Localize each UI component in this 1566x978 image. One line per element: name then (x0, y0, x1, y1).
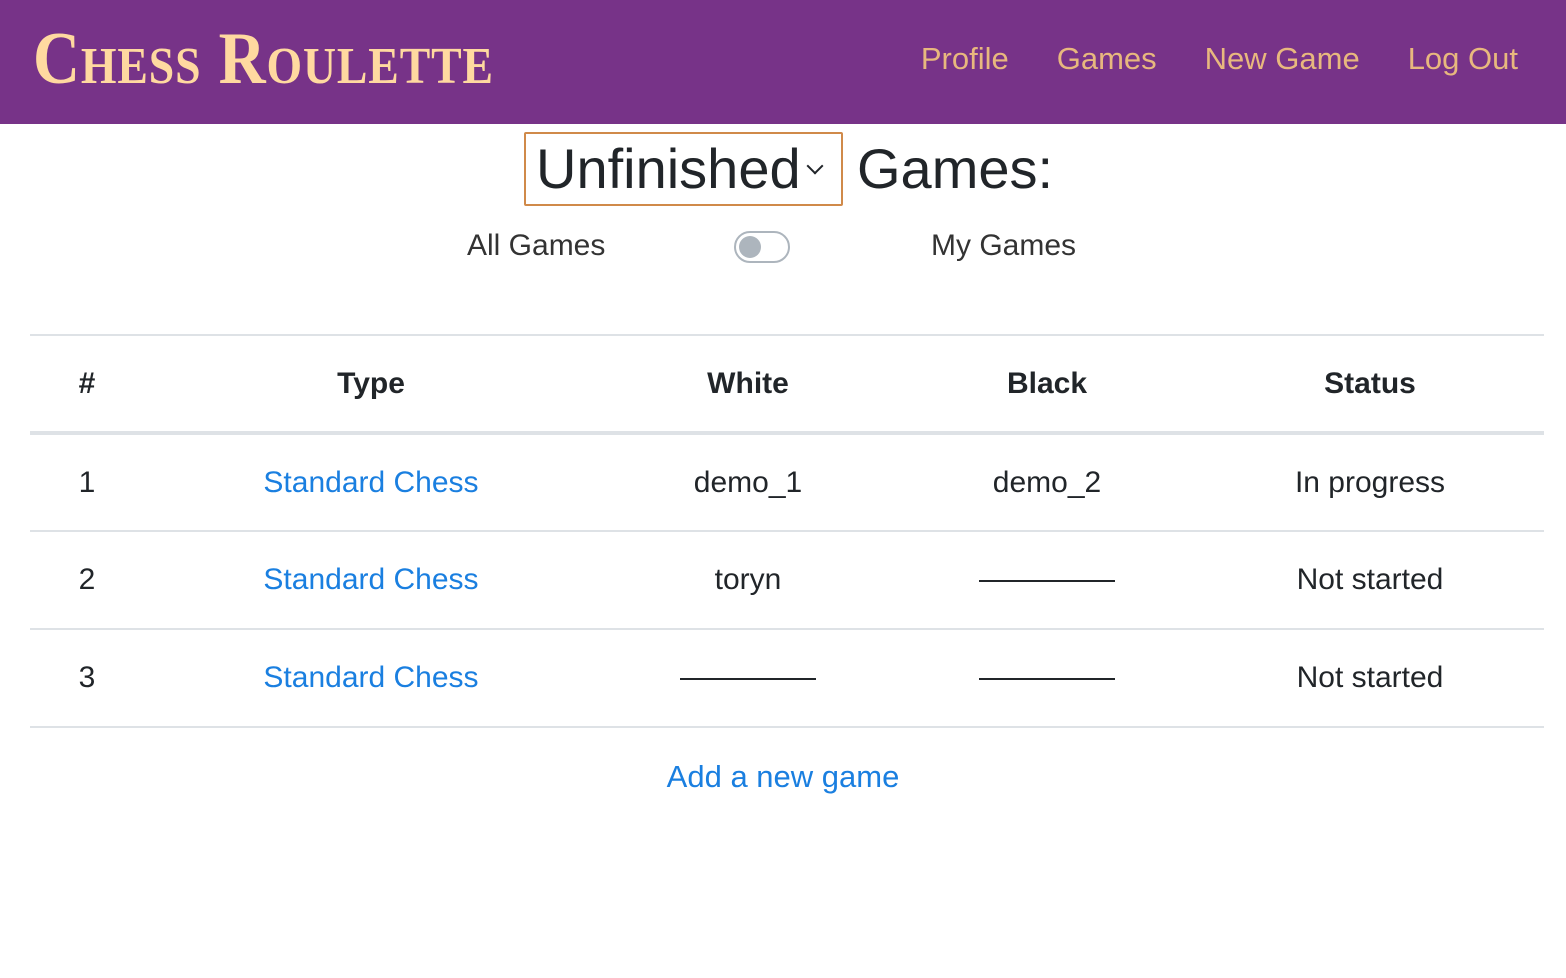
empty-player-dash (979, 580, 1115, 583)
nav-link-games[interactable]: Games (1057, 36, 1157, 82)
cell-number: 1 (78, 465, 96, 499)
game-filter-value: Unfinished (536, 137, 801, 200)
table-header-row: # Type White Black Status (30, 335, 1544, 433)
header-white: White (707, 366, 789, 400)
cell-white (598, 629, 898, 727)
add-new-game-link[interactable]: Add a new game (667, 759, 900, 794)
cell-white: toryn (714, 563, 782, 596)
switch-knob (739, 236, 761, 258)
brand-logo[interactable]: Chess Roulette (33, 14, 494, 104)
games-table: # Type White Black Status 1 Standard Che… (30, 334, 1544, 728)
cell-status: In progress (1294, 465, 1446, 499)
game-type-link[interactable]: Standard Chess (263, 466, 478, 499)
header-status: Status (1324, 366, 1416, 400)
table-row: 1 Standard Chess demo_1 demo_2 In progre… (30, 433, 1544, 531)
cell-white: demo_1 (693, 465, 803, 499)
cell-black (898, 629, 1196, 727)
games-heading-label: Games: (857, 137, 1054, 200)
chevron-down-icon (806, 157, 824, 175)
games-scope-toggle: All Games My Games (0, 224, 1566, 268)
empty-player-dash (680, 678, 816, 681)
cell-black: demo_2 (992, 465, 1102, 499)
cell-type: Standard Chess (144, 433, 598, 531)
game-type-link[interactable]: Standard Chess (263, 661, 478, 694)
games-table-wrapper: # Type White Black Status 1 Standard Che… (30, 334, 1544, 728)
cell-number: 2 (78, 563, 96, 596)
empty-player-dash (979, 678, 1115, 681)
cell-type: Standard Chess (144, 531, 598, 629)
game-type-link[interactable]: Standard Chess (263, 563, 478, 596)
cell-status: Not started (1296, 661, 1444, 694)
games-heading: Unfinished Games: (524, 132, 1053, 206)
nav-link-log-out[interactable]: Log Out (1408, 36, 1518, 82)
my-games-switch[interactable] (734, 231, 790, 263)
header-black: Black (1006, 366, 1088, 400)
cell-type: Standard Chess (144, 629, 598, 727)
header-type: Type (337, 366, 405, 400)
cell-status: Not started (1296, 563, 1444, 596)
my-games-label: My Games (931, 229, 1077, 262)
nav-link-profile[interactable]: Profile (921, 36, 1009, 82)
add-game-container: Add a new game (0, 754, 1566, 800)
nav-link-new-game[interactable]: New Game (1205, 36, 1360, 82)
game-filter-select[interactable]: Unfinished (524, 132, 843, 206)
header-number: # (78, 366, 96, 400)
navbar: Chess Roulette Profile Games New Game Lo… (0, 0, 1566, 124)
table-row: 2 Standard Chess toryn Not started (30, 531, 1544, 629)
all-games-label: All Games (467, 229, 606, 262)
nav-links: Profile Games New Game Log Out (921, 36, 1518, 82)
cell-number: 3 (78, 661, 96, 694)
cell-black (898, 531, 1196, 629)
table-row: 3 Standard Chess Not started (30, 629, 1544, 727)
